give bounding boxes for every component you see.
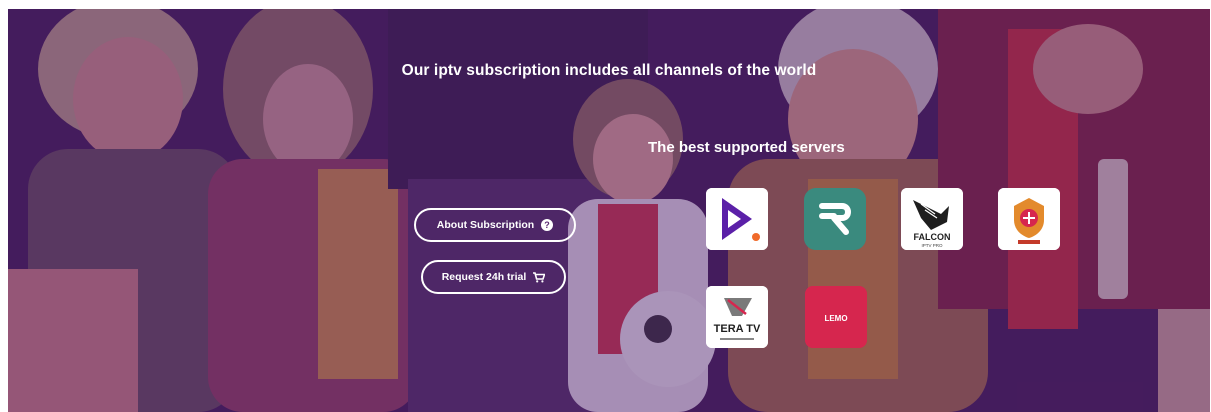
- svg-text:?: ?: [544, 220, 550, 230]
- servers-title: The best supported servers: [648, 139, 845, 156]
- section-headline: Our iptv subscription includes all chann…: [401, 62, 817, 79]
- server-logo-lemo[interactable]: LEMO: [805, 286, 867, 348]
- about-subscription-button[interactable]: About Subscription ?: [414, 208, 576, 242]
- shopping-cart-icon: [533, 271, 546, 283]
- server-logo-r-icon[interactable]: [804, 188, 866, 250]
- server-logo-crest[interactable]: [998, 188, 1060, 250]
- falcon-text: FALCON: [914, 232, 951, 242]
- lemo-text: LEMO: [824, 314, 847, 323]
- server-logo-play-icon[interactable]: [706, 188, 768, 250]
- about-subscription-label: About Subscription: [436, 219, 535, 231]
- server-logo-falcon[interactable]: FALCON IPTV PRO: [901, 188, 963, 250]
- tera-text: TERA TV: [714, 323, 761, 335]
- falcon-subtext: IPTV PRO: [921, 243, 943, 248]
- request-trial-label: Request 24h trial: [441, 271, 527, 283]
- server-logo-tera-tv[interactable]: TERA TV: [706, 286, 768, 348]
- question-circle-icon: ?: [541, 219, 554, 231]
- hero-section: Our iptv subscription includes all chann…: [8, 9, 1210, 412]
- request-trial-button[interactable]: Request 24h trial: [421, 260, 566, 294]
